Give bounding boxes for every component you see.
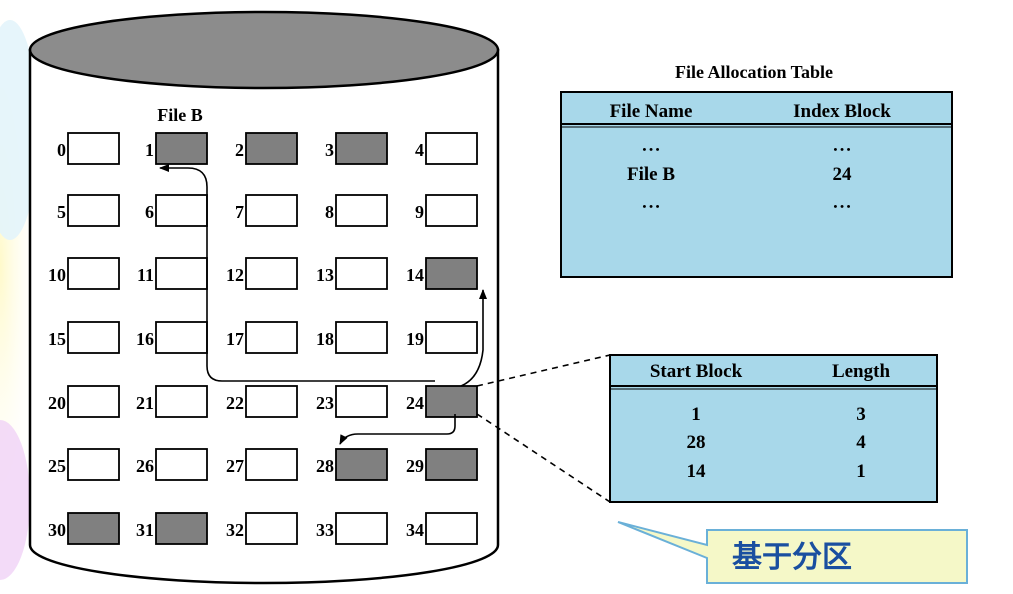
fat-title: File Allocation Table bbox=[675, 62, 833, 82]
disk-block-number: 14 bbox=[406, 265, 424, 285]
index-cell: 1 bbox=[691, 404, 701, 425]
disk-block-box bbox=[67, 194, 120, 227]
disk-block-box bbox=[245, 194, 298, 227]
index-cell: 4 bbox=[856, 432, 866, 453]
disk-block-number: 24 bbox=[406, 393, 424, 413]
disk-block-number: 31 bbox=[136, 520, 154, 540]
disk-block-number: 17 bbox=[226, 329, 244, 349]
disk-block-box bbox=[425, 132, 478, 165]
disk-block-number: 8 bbox=[325, 202, 334, 222]
disk-block-number: 21 bbox=[136, 393, 154, 413]
disk-block-number: 1 bbox=[145, 140, 154, 160]
disk-top bbox=[28, 10, 500, 90]
disk-block-box bbox=[245, 385, 298, 418]
disk-block-box bbox=[67, 132, 120, 165]
index-header-start-block: Start Block bbox=[650, 361, 743, 382]
file-allocation-table: File Allocation Table File Name Index Bl… bbox=[560, 62, 953, 278]
fat-cell: File B bbox=[627, 164, 675, 185]
disk-block-box bbox=[335, 321, 388, 354]
disk-block-box bbox=[155, 194, 208, 227]
disk-block-number: 32 bbox=[226, 520, 244, 540]
disk-block-number: 15 bbox=[48, 329, 66, 349]
callout-text: 基于分区 bbox=[732, 540, 852, 575]
index-cell: 3 bbox=[856, 404, 866, 425]
index-cell: 14 bbox=[687, 461, 707, 482]
disk-block-number: 19 bbox=[406, 329, 424, 349]
disk-block-number: 26 bbox=[136, 456, 154, 476]
disk-block-number: 33 bbox=[316, 520, 334, 540]
disk-block-number: 28 bbox=[316, 456, 334, 476]
disk-block-box bbox=[155, 321, 208, 354]
disk-block-box bbox=[245, 448, 298, 481]
disk-block-box bbox=[155, 385, 208, 418]
fat-cell: • • • bbox=[833, 144, 850, 156]
disk-block-box bbox=[245, 321, 298, 354]
disk-block-box bbox=[67, 448, 120, 481]
disk-block-box bbox=[67, 257, 120, 290]
disk-block-box bbox=[67, 385, 120, 418]
disk-block-number: 10 bbox=[48, 265, 66, 285]
disk-block-box bbox=[425, 512, 478, 545]
disk-block-box bbox=[335, 257, 388, 290]
disk-block-number: 27 bbox=[226, 456, 244, 476]
disk-body bbox=[28, 48, 500, 585]
fat-header-file-name: File Name bbox=[610, 101, 693, 122]
disk-block-box bbox=[245, 512, 298, 545]
disk-block-number: 29 bbox=[406, 456, 424, 476]
index-block-table: Start Block Length 1 3 28 4 14 1 bbox=[609, 354, 938, 503]
disk-block-number: 22 bbox=[226, 393, 244, 413]
disk-block-number: 34 bbox=[406, 520, 424, 540]
disk-block-number: 4 bbox=[415, 140, 424, 160]
disk-block-number: 25 bbox=[48, 456, 66, 476]
fat-cell: 24 bbox=[833, 164, 853, 185]
disk-block-box bbox=[245, 257, 298, 290]
fat-header-index-block: Index Block bbox=[793, 101, 891, 122]
index-cell: 1 bbox=[856, 461, 866, 482]
disk-block-number: 11 bbox=[137, 265, 154, 285]
disk-block-box bbox=[155, 132, 208, 165]
disk-block-box bbox=[335, 448, 388, 481]
disk-block-box bbox=[425, 257, 478, 290]
disk-block-number: 18 bbox=[316, 329, 334, 349]
disk-block-box bbox=[155, 512, 208, 545]
fat-cell: • • • bbox=[833, 201, 850, 213]
callout: 基于分区 bbox=[617, 521, 968, 584]
disk-block-number: 9 bbox=[415, 202, 424, 222]
disk-block-number: 2 bbox=[235, 140, 244, 160]
disk-block-box bbox=[335, 512, 388, 545]
disk-block-box bbox=[425, 448, 478, 481]
index-header-length: Length bbox=[832, 361, 891, 382]
disk-allocation-diagram: File B 0 1 2 3 45 6 7 8 910 11 12 13 1415 16 17 18 1920 2… bbox=[0, 0, 968, 589]
index-cell: 28 bbox=[687, 432, 706, 453]
disk-block-number: 23 bbox=[316, 393, 334, 413]
disk-block-box bbox=[155, 448, 208, 481]
disk-block-number: 16 bbox=[136, 329, 154, 349]
disk-block-number: 12 bbox=[226, 265, 244, 285]
disk-block-box bbox=[335, 194, 388, 227]
disk-cylinder bbox=[28, 10, 500, 585]
disk-block-number: 13 bbox=[316, 265, 334, 285]
disk-block-number: 7 bbox=[235, 202, 244, 222]
disk-block-box bbox=[425, 321, 478, 354]
disk-block-box bbox=[335, 385, 388, 418]
disk-block-box bbox=[155, 257, 208, 290]
disk-block-number: 6 bbox=[145, 202, 154, 222]
disk-block-number: 0 bbox=[57, 140, 66, 160]
disk-block-box bbox=[245, 132, 298, 165]
disk-block-number: 30 bbox=[48, 520, 66, 540]
disk-block-box bbox=[335, 132, 388, 165]
disk-block-box bbox=[425, 385, 478, 418]
disk-block-box bbox=[67, 321, 120, 354]
fat-cell: • • • bbox=[642, 201, 659, 213]
disk-block-number: 5 bbox=[57, 202, 66, 222]
disk-block-number: 20 bbox=[48, 393, 66, 413]
fat-cell: • • • bbox=[642, 144, 659, 156]
disk-block-box bbox=[425, 194, 478, 227]
diagram: File B 0 1 2 3 4 5 6 7 8 9 10 11 12 13 14 15 16 17 18 19 20 2… bbox=[0, 0, 1013, 589]
file-b-label: File B bbox=[157, 105, 203, 125]
disk-block-box bbox=[67, 512, 120, 545]
disk-block-number: 3 bbox=[325, 140, 334, 160]
